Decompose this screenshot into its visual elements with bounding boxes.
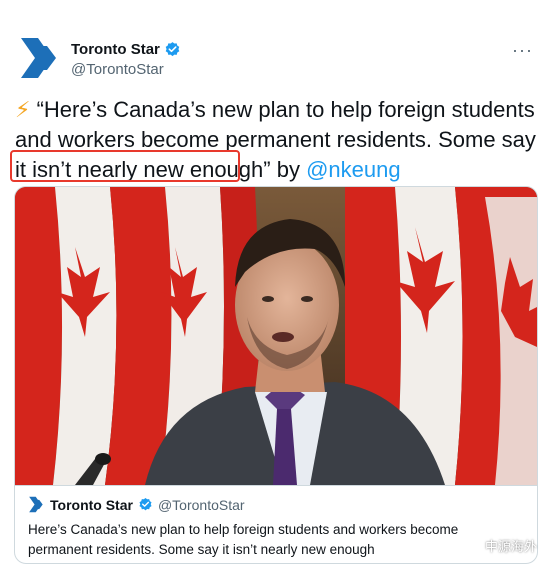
wechat-icon [463, 538, 481, 553]
toronto-star-logo-icon [29, 496, 43, 513]
tweet-header: Toronto Star @TorontoStar ··· [18, 36, 533, 86]
highlight-box [10, 150, 240, 182]
flag-left [15, 187, 172, 485]
tweet: Toronto Star @TorontoStar ··· ⚡ “Here’s … [0, 0, 547, 572]
card-photo[interactable] [15, 187, 537, 485]
tweet-after-quote: ” by [263, 157, 307, 182]
card-author-handle: @TorontoStar [157, 496, 245, 513]
watermark-label: 中源海外 [484, 539, 537, 554]
card-author: Toronto Star @TorontoStar [28, 496, 245, 513]
lightning-emoji: ⚡ [15, 97, 31, 122]
author-handle[interactable]: @TorontoStar [71, 61, 181, 78]
watermark: 中源海外 [463, 536, 537, 555]
author-names: Toronto Star @TorontoStar [71, 41, 181, 78]
author-display-name[interactable]: Toronto Star [71, 41, 160, 58]
link-card[interactable]: Toronto Star @TorontoStar Here’s Canada’… [14, 186, 538, 564]
verified-badge-icon [165, 42, 180, 57]
card-author-name: Toronto Star [50, 496, 133, 513]
card-text: Here’s Canada’s new plan to help foreign… [28, 522, 459, 557]
more-horizontal-icon[interactable]: ··· [512, 40, 533, 61]
card-footer[interactable]: Toronto Star @TorontoStar Here’s Canada’… [15, 485, 537, 563]
toronto-star-logo-icon [21, 38, 56, 78]
avatar[interactable] [18, 36, 62, 80]
verified-badge-icon [139, 497, 152, 511]
mention-link[interactable]: @nkeung [306, 157, 401, 182]
